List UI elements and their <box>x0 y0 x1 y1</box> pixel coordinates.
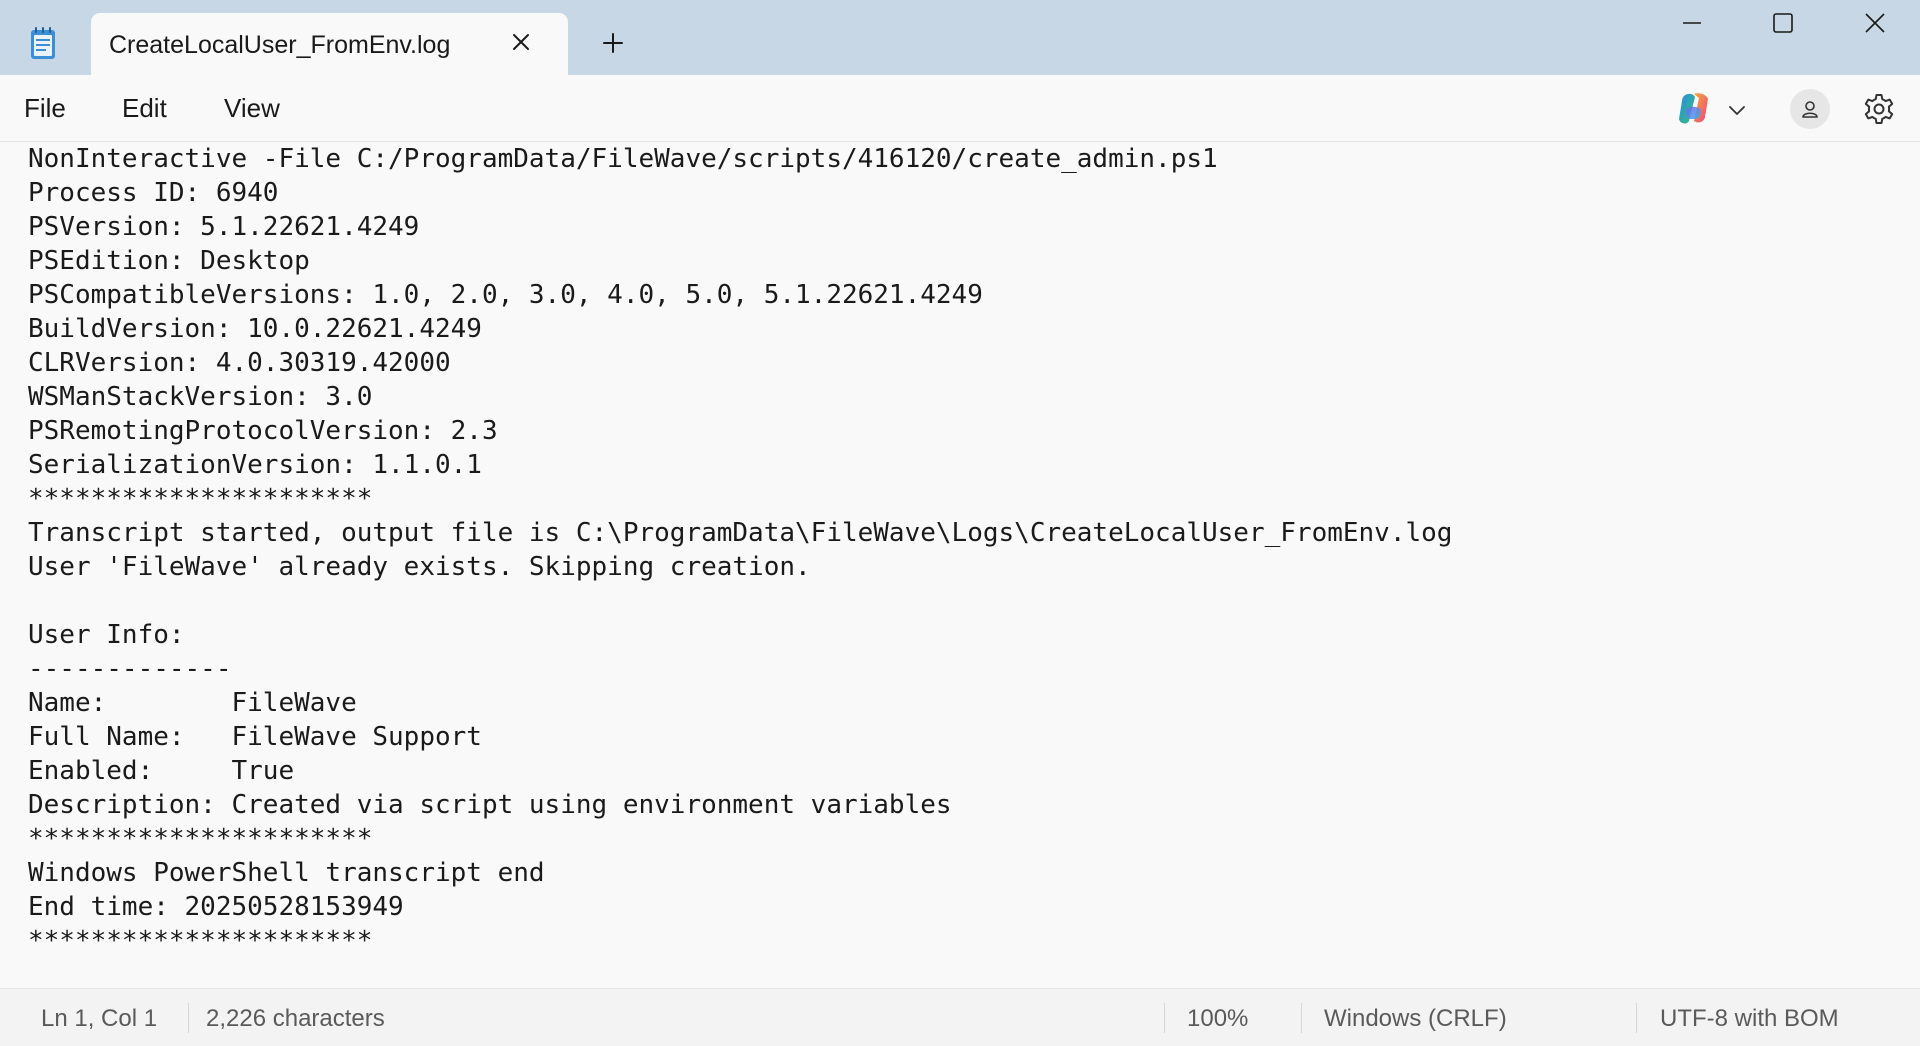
menu-file[interactable]: File <box>24 93 66 124</box>
tab-title: CreateLocalUser_FromEnv.log <box>109 31 451 59</box>
text-line: Enabled: True <box>28 756 295 786</box>
text-line: WSManStackVersion: 3.0 <box>28 382 373 412</box>
text-line: BuildVersion: 10.0.22621.4249 <box>28 314 482 344</box>
text-line: ------------- <box>28 654 232 684</box>
text-line: Transcript started, output file is C:\Pr… <box>28 518 1453 548</box>
text-line: Full Name: FileWave Support <box>28 722 482 752</box>
account-icon[interactable] <box>1790 89 1830 129</box>
close-window-icon <box>1865 13 1885 33</box>
text-editor[interactable]: NonInteractive -File C:/ProgramData/File… <box>0 142 1920 988</box>
text-line: Windows PowerShell transcript end <box>28 858 545 888</box>
text-line: PSCompatibleVersions: 1.0, 2.0, 3.0, 4.0… <box>28 280 983 310</box>
text-line: Process ID: 6940 <box>28 178 279 208</box>
text-line <box>28 584 1452 618</box>
notepad-window: CreateLocalUser_FromEnv.log File Edit Vi… <box>0 0 1920 1046</box>
status-divider <box>1164 1003 1165 1033</box>
gear-icon[interactable] <box>1861 91 1897 127</box>
chevron-down-icon[interactable] <box>1726 99 1748 121</box>
menu-bar: File Edit View <box>0 75 1920 142</box>
minimize-icon <box>1683 22 1701 24</box>
text-line: Description: Created via script using en… <box>28 790 952 820</box>
text-line: PSRemotingProtocolVersion: 2.3 <box>28 416 498 446</box>
notepad-icon <box>29 26 57 60</box>
text-line: Name: FileWave <box>28 688 357 718</box>
zoom-level[interactable]: 100% <box>1187 1005 1248 1033</box>
status-divider <box>1636 1003 1637 1033</box>
close-window-button[interactable] <box>1830 0 1920 46</box>
text-line: PSVersion: 5.1.22621.4249 <box>28 212 420 242</box>
editor-content[interactable]: NonInteractive -File C:/ProgramData/File… <box>28 142 1452 958</box>
status-divider <box>188 1003 189 1033</box>
close-icon[interactable] <box>508 29 534 55</box>
character-count: 2,226 characters <box>206 1005 385 1032</box>
copilot-icon[interactable] <box>1675 91 1713 127</box>
status-bar: Ln 1, Col 1 2,226 characters 100% Window… <box>0 988 1920 1046</box>
text-line: CLRVersion: 4.0.30319.42000 <box>28 348 451 378</box>
maximize-icon <box>1773 13 1793 33</box>
text-line: ********************** <box>28 484 373 514</box>
cursor-position[interactable]: Ln 1, Col 1 <box>41 1005 157 1033</box>
minimize-button[interactable] <box>1647 0 1737 46</box>
menu-edit[interactable]: Edit <box>122 93 167 124</box>
text-line: SerializationVersion: 1.1.0.1 <box>28 450 482 480</box>
line-endings[interactable]: Windows (CRLF) <box>1324 1005 1507 1033</box>
file-encoding[interactable]: UTF-8 with BOM <box>1660 1005 1839 1033</box>
text-line: User Info: <box>28 620 185 650</box>
text-line: ********************** <box>28 926 373 956</box>
text-line: End time: 20250528153949 <box>28 892 404 922</box>
menu-view[interactable]: View <box>224 93 280 124</box>
text-line: PSEdition: Desktop <box>28 246 310 276</box>
maximize-button[interactable] <box>1738 0 1828 46</box>
plus-icon[interactable] <box>601 31 625 55</box>
text-line: NonInteractive -File C:/ProgramData/File… <box>28 144 1218 174</box>
title-bar[interactable]: CreateLocalUser_FromEnv.log <box>0 0 1920 75</box>
status-divider <box>1301 1003 1302 1033</box>
text-line: User 'FileWave' already exists. Skipping… <box>28 552 811 582</box>
tab-active-file[interactable]: CreateLocalUser_FromEnv.log <box>91 13 568 75</box>
text-line: ********************** <box>28 824 373 854</box>
